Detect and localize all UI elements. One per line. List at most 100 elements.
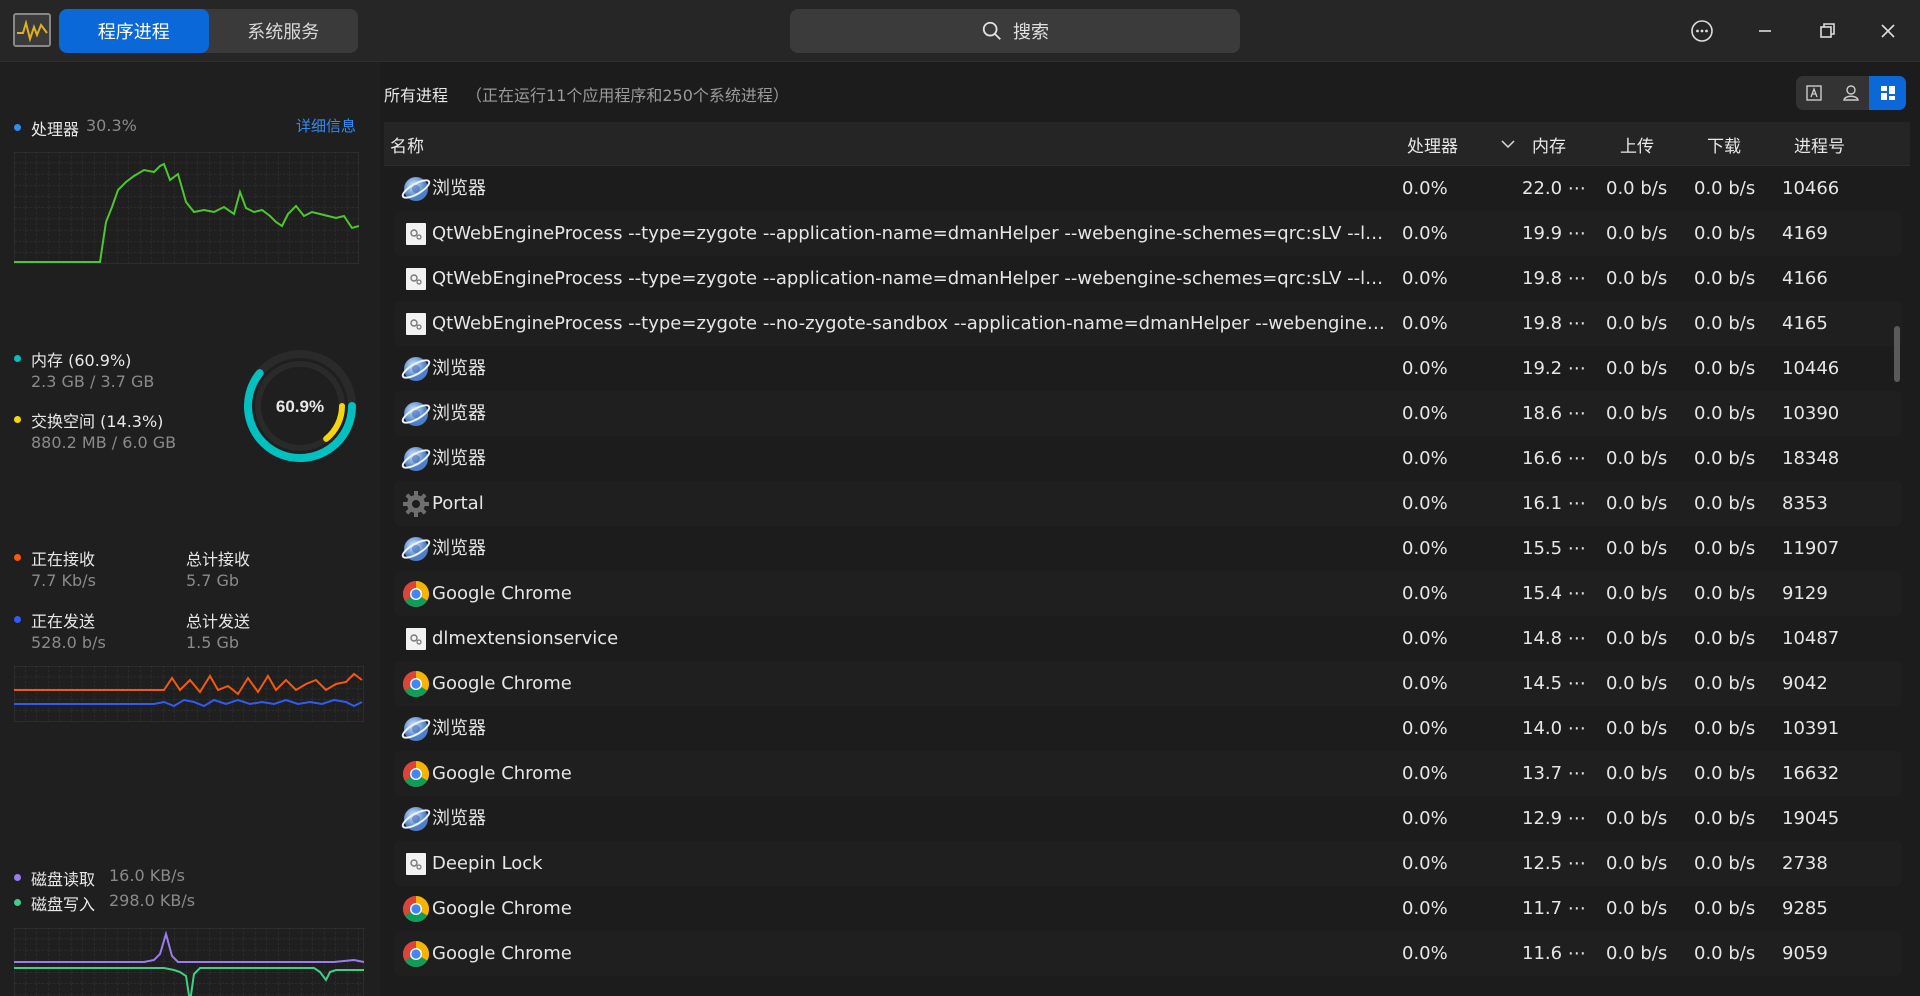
download-speed: 0.0 b/s [1694, 628, 1756, 649]
process-row[interactable]: Google Chrome 0.0% 14.5 ⋯ 0.0 b/s 0.0 b/s 904… [394, 661, 1902, 706]
download-speed: 0.0 b/s [1694, 403, 1756, 424]
download-speed: 0.0 b/s [1694, 583, 1756, 604]
upload-speed: 0.0 b/s [1606, 223, 1668, 244]
process-id: 10390 [1782, 403, 1840, 424]
cpu-usage: 0.0% [1402, 718, 1448, 739]
process-row[interactable]: Google Chrome 0.0% 11.6 ⋯ 0.0 b/s 0.0 b/s 905… [394, 931, 1902, 976]
upload-speed: 0.0 b/s [1606, 403, 1668, 424]
memory-usage: 19.8 ⋯ [1522, 313, 1586, 334]
title-bar: 程序进程 系统服务 搜索 [0, 0, 1920, 62]
main-menu-button[interactable] [1684, 13, 1720, 49]
tab-processes[interactable]: 程序进程 [59, 9, 209, 53]
process-row[interactable]: Google Chrome 0.0% 11.7 ⋯ 0.0 b/s 0.0 b/s 928… [394, 886, 1902, 931]
process-row[interactable]: dlmextensionservice 0.0% 14.8 ⋯ 0.0 b/s 0.0 … [394, 616, 1902, 661]
process-name: 浏览器 [432, 718, 486, 739]
upload-speed: 0.0 b/s [1606, 313, 1668, 334]
download-speed: 0.0 b/s [1694, 313, 1756, 334]
process-row[interactable]: 浏览器 0.0% 22.0 ⋯ 0.0 b/s 0.0 b/s 10466 [394, 166, 1902, 211]
memory-legend-dot [14, 355, 21, 362]
process-header: 所有进程 （正在运行11个应用程序和250个系统进程） [384, 82, 789, 106]
cpu-usage: 0.0% [1402, 178, 1448, 199]
sending-label: 正在发送 [31, 612, 96, 631]
upload-speed: 0.0 b/s [1606, 763, 1668, 784]
download-speed: 0.0 b/s [1694, 943, 1756, 964]
process-row[interactable]: Deepin Lock 0.0% 12.5 ⋯ 0.0 b/s 0.0 b/s 2738 [394, 841, 1902, 886]
all-view-button[interactable] [1869, 76, 1906, 110]
upload-speed: 0.0 b/s [1606, 898, 1668, 919]
column-header-download[interactable]: 下载 [1707, 122, 1741, 166]
process-name: Deepin Lock [432, 853, 543, 874]
process-name: QtWebEngineProcess --type=zygote --appli… [432, 268, 1387, 289]
process-row[interactable]: 浏览器 0.0% 15.5 ⋯ 0.0 b/s 0.0 b/s 11907 [394, 526, 1902, 571]
process-row[interactable]: QtWebEngineProcess --type=zygote --no-zy… [394, 301, 1902, 346]
process-id: 11907 [1782, 538, 1840, 559]
generic-process-icon [401, 849, 431, 879]
process-id: 4166 [1782, 268, 1828, 289]
process-row[interactable]: 浏览器 0.0% 12.9 ⋯ 0.0 b/s 0.0 b/s 19045 [394, 796, 1902, 841]
browser-icon [401, 714, 431, 744]
upload-speed: 0.0 b/s [1606, 178, 1668, 199]
process-name: Google Chrome [432, 763, 572, 784]
column-header-pid[interactable]: 进程号 [1794, 122, 1845, 166]
memory-usage: 14.8 ⋯ [1522, 628, 1586, 649]
process-row[interactable]: Google Chrome 0.0% 15.4 ⋯ 0.0 b/s 0.0 b/s 912… [394, 571, 1902, 616]
column-header-name[interactable]: 名称 [390, 122, 424, 166]
process-row[interactable]: 浏览器 0.0% 18.6 ⋯ 0.0 b/s 0.0 b/s 10390 [394, 391, 1902, 436]
swap-detail: 880.2 MB / 6.0 GB [31, 433, 177, 452]
column-header-cpu[interactable]: 处理器 [1407, 122, 1458, 166]
process-row[interactable]: 浏览器 0.0% 16.6 ⋯ 0.0 b/s 0.0 b/s 18348 [394, 436, 1902, 481]
view-switcher: 程序进程 系统服务 [59, 9, 358, 53]
all-view-icon [1880, 86, 1895, 100]
user-view-button[interactable] [1833, 76, 1870, 110]
process-row[interactable]: QtWebEngineProcess --type=zygote --appli… [394, 211, 1902, 256]
upload-speed: 0.0 b/s [1606, 268, 1668, 289]
minimize-button[interactable] [1747, 13, 1783, 49]
memory-usage: 15.5 ⋯ [1522, 538, 1586, 559]
process-id: 10391 [1782, 718, 1840, 739]
process-panel: 所有进程 （正在运行11个应用程序和250个系统进程） 名称 处理器 内存 上传 … [380, 62, 1920, 996]
download-speed: 0.0 b/s [1694, 898, 1756, 919]
process-name: 浏览器 [432, 448, 486, 469]
sort-descending-icon[interactable] [1500, 122, 1516, 166]
memory-usage: 13.7 ⋯ [1522, 763, 1586, 784]
process-id: 9285 [1782, 898, 1828, 919]
chrome-icon [401, 669, 431, 699]
app-view-icon [1806, 85, 1823, 101]
download-speed: 0.0 b/s [1694, 718, 1756, 739]
column-header-upload[interactable]: 上传 [1620, 122, 1654, 166]
process-table-header: 名称 处理器 内存 上传 下载 进程号 [384, 122, 1910, 166]
column-header-memory[interactable]: 内存 [1532, 122, 1566, 166]
download-speed: 0.0 b/s [1694, 853, 1756, 874]
browser-icon [401, 534, 431, 564]
process-list-scrollbar[interactable] [1894, 326, 1900, 382]
cpu-details-link[interactable]: 详细信息 [296, 115, 356, 136]
swap-legend-dot [14, 416, 21, 423]
all-processes-title: 所有进程 [384, 86, 449, 105]
process-row[interactable]: Google Chrome 0.0% 13.7 ⋯ 0.0 b/s 0.0 b/s 166… [394, 751, 1902, 796]
tab-services[interactable]: 系统服务 [209, 9, 359, 53]
process-name: QtWebEngineProcess --type=zygote --no-zy… [432, 313, 1387, 334]
memory-detail: 2.3 GB / 3.7 GB [31, 372, 155, 391]
process-row[interactable]: 浏览器 0.0% 19.2 ⋯ 0.0 b/s 0.0 b/s 10446 [394, 346, 1902, 391]
upload-speed: 0.0 b/s [1606, 628, 1668, 649]
process-view-filter [1796, 76, 1906, 110]
process-row[interactable]: Portal 0.0% 16.1 ⋯ 0.0 b/s 0.0 b/s 8353 [394, 481, 1902, 526]
process-list[interactable]: 浏览器 0.0% 22.0 ⋯ 0.0 b/s 0.0 b/s 10466 QtWebEng… [394, 166, 1910, 984]
process-name: Google Chrome [432, 583, 572, 604]
receive-legend-dot [14, 554, 21, 561]
process-id: 8353 [1782, 493, 1828, 514]
browser-icon [401, 804, 431, 834]
process-id: 2738 [1782, 853, 1828, 874]
process-name: Google Chrome [432, 898, 572, 919]
cpu-legend-dot [14, 124, 21, 131]
process-row[interactable]: QtWebEngineProcess --type=zygote --appli… [394, 256, 1902, 301]
close-button[interactable] [1870, 13, 1906, 49]
app-view-button[interactable] [1796, 76, 1833, 110]
search-box[interactable]: 搜索 [790, 9, 1240, 53]
maximize-button[interactable] [1809, 13, 1845, 49]
cpu-usage: 0.0% [1402, 313, 1448, 334]
process-row[interactable]: 浏览器 0.0% 14.0 ⋯ 0.0 b/s 0.0 b/s 10391 [394, 706, 1902, 751]
memory-usage: 22.0 ⋯ [1522, 178, 1586, 199]
process-name: QtWebEngineProcess --type=zygote --appli… [432, 223, 1387, 244]
gear-icon [401, 489, 431, 519]
